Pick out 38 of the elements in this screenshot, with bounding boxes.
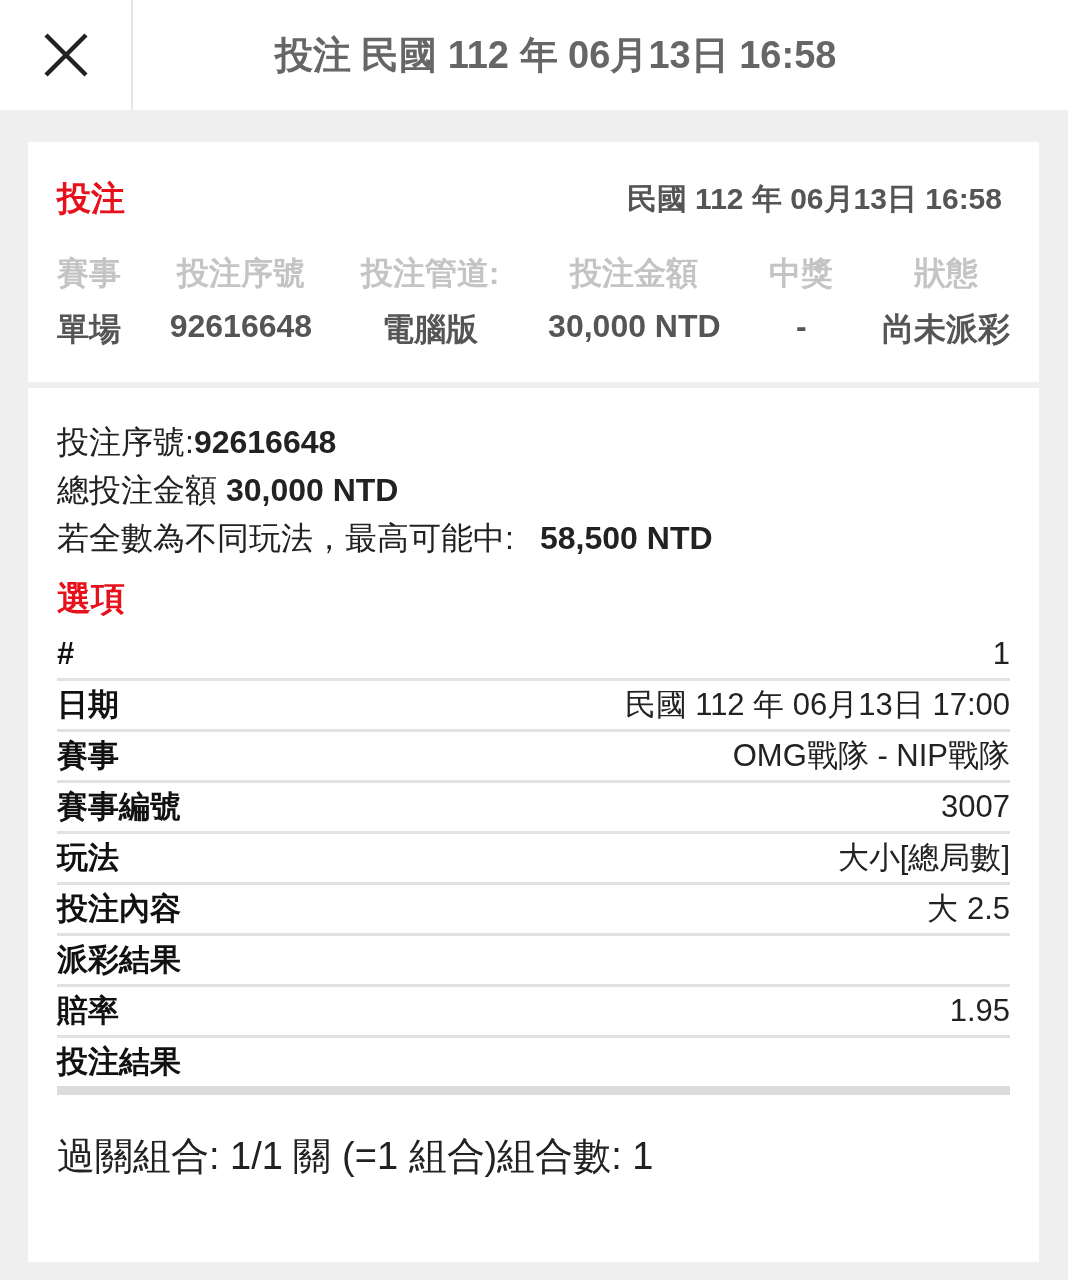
row-value: 1.95 — [949, 993, 1010, 1029]
row-value: OMG戰隊 - NIP戰隊 — [732, 737, 1010, 775]
row-label: 日期 — [57, 686, 119, 724]
max-win-label: 若全數為不同玩法，最高可能中: — [57, 519, 515, 558]
row-label: 賠率 — [57, 992, 119, 1030]
column-label: 投注金額 — [570, 254, 699, 293]
row-label: 賽事 — [57, 737, 119, 775]
column-label: 中獎 — [769, 254, 834, 293]
column-value: 單場 — [57, 310, 121, 349]
bet-date: 民國 112 年 06月13日 16:58 — [626, 180, 1003, 217]
row-label: 派彩結果 — [57, 941, 181, 979]
column-label: 投注序號 — [176, 254, 305, 293]
options-title: 選項 — [57, 578, 126, 619]
row-label: # — [57, 636, 75, 672]
row-value: 大 2.5 — [927, 890, 1010, 928]
column-value: - — [796, 308, 807, 345]
column-value: 電腦版 — [382, 310, 479, 349]
serial-line: 投注序號:92616648 — [57, 423, 338, 462]
row-label: 投注內容 — [57, 890, 181, 928]
row-value: 民國 112 年 06月13日 17:00 — [624, 686, 1010, 724]
column-label: 投注管道: — [360, 254, 500, 293]
column-value: 30,000 NTD — [548, 308, 721, 345]
column-value: 尚未派彩 — [882, 310, 1010, 349]
close-icon — [42, 32, 89, 78]
total-line: 總投注金額 30,000 NTD — [57, 471, 400, 510]
row-label: 賽事編號 — [57, 788, 181, 826]
row-value: 大小[總局數] — [837, 839, 1010, 877]
row-value: 1 — [992, 636, 1010, 672]
column-label: 狀態 — [914, 254, 978, 293]
row-value: 3007 — [941, 789, 1010, 825]
row-label: 投注結果 — [57, 1043, 181, 1081]
combo-summary: 過關組合: 1/1 關 (=1 組合)組合數: 1 — [57, 1134, 655, 1179]
row-label: 玩法 — [57, 839, 119, 877]
card-title: 投注 — [57, 178, 125, 219]
max-win-value: 58,500 NTD — [540, 519, 714, 558]
column-label: 賽事 — [57, 254, 121, 293]
window-title: 投注 民國 112 年 06月13日 16:58 — [273, 32, 838, 78]
column-value: 92616648 — [169, 308, 313, 345]
